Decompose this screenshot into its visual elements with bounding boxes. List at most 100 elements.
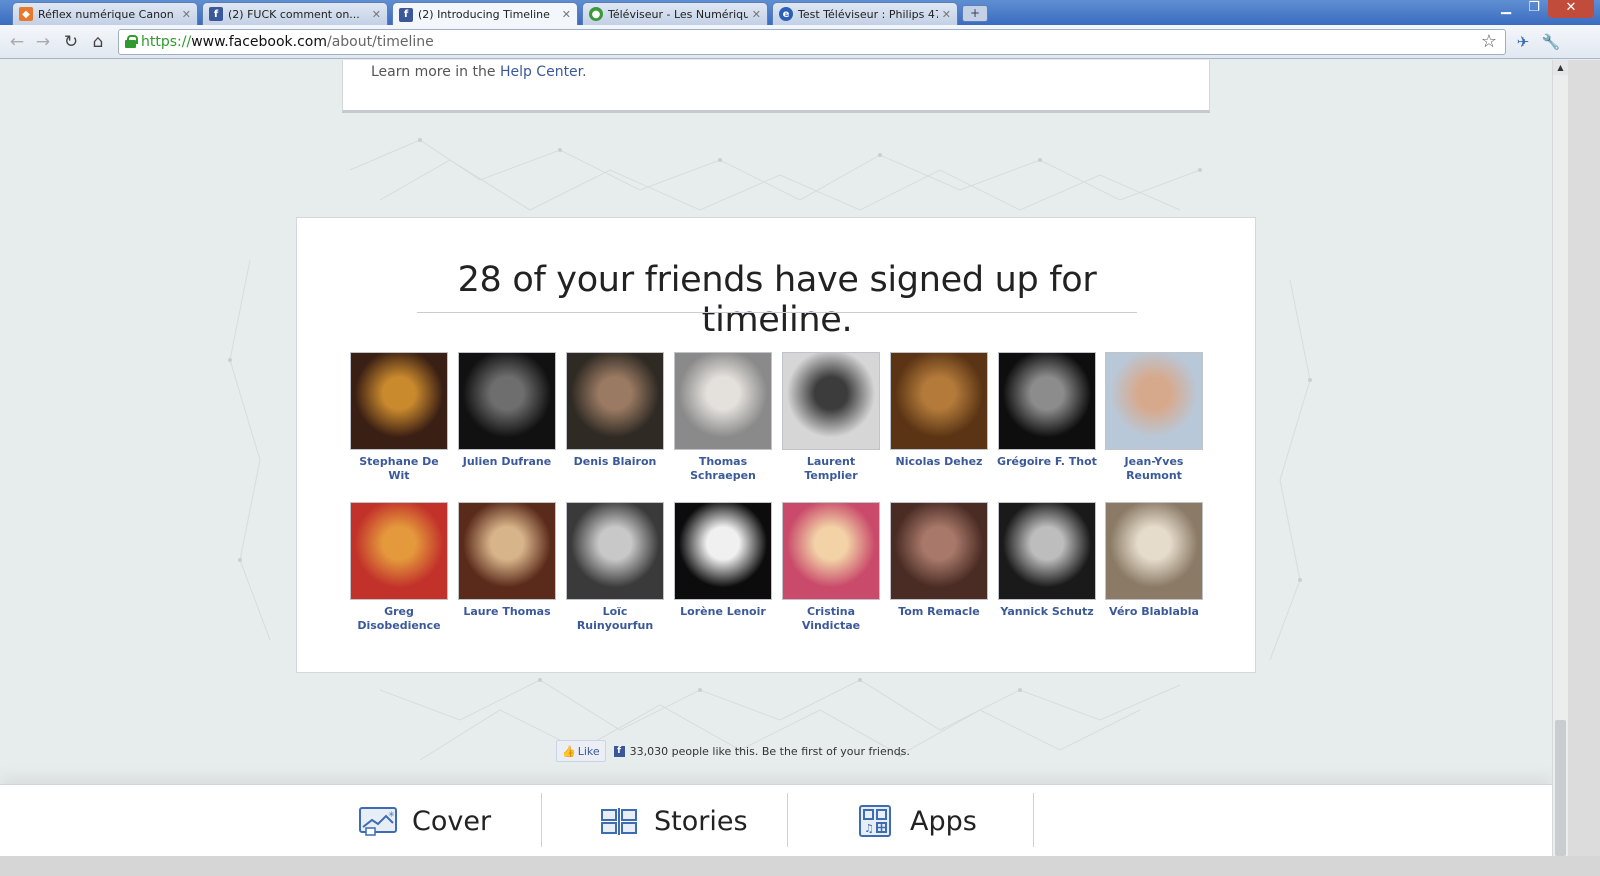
friend-tile[interactable]: Grégoire F. Thot xyxy=(997,352,1097,469)
extension-bird-icon[interactable]: ✈ xyxy=(1512,31,1534,53)
nav-stories-label: Stories xyxy=(654,805,748,837)
scroll-up-arrow-icon[interactable]: ▲ xyxy=(1553,60,1568,75)
window-right-edge xyxy=(1568,60,1600,876)
friend-name-link[interactable]: Julien Dufrane xyxy=(457,455,557,469)
page-viewport: Learn more in the Help Center. 28 of you… xyxy=(0,60,1552,876)
friends-signed-up-card: 28 of your friends have signed up for ti… xyxy=(296,217,1256,673)
browser-tab-televiseur[interactable]: ● Téléviseur - Les Numériques ✕ xyxy=(582,2,768,25)
facebook-icon: f xyxy=(399,7,413,22)
friend-name-link[interactable]: Greg Disobedience xyxy=(349,605,449,633)
vertical-scrollbar[interactable]: ▲ xyxy=(1552,60,1568,856)
like-button-label: Like xyxy=(577,744,600,758)
like-button[interactable]: 👍 Like xyxy=(556,740,606,762)
restore-icon[interactable]: ❐ xyxy=(1520,0,1548,18)
friend-name-link[interactable]: Stephane De Wit xyxy=(349,455,449,483)
friend-name-link[interactable]: Yannick Schutz xyxy=(997,605,1097,619)
friend-profile-photo[interactable] xyxy=(998,352,1096,450)
nav-apps[interactable]: ♫ Apps xyxy=(856,795,977,847)
friend-name-link[interactable]: Nicolas Dehez xyxy=(889,455,989,469)
help-suffix: . xyxy=(582,64,587,80)
friend-name-link[interactable]: Grégoire F. Thot xyxy=(997,455,1097,469)
title-divider xyxy=(417,312,1137,313)
friend-tile[interactable]: Stephane De Wit xyxy=(349,352,449,483)
friend-profile-photo[interactable] xyxy=(566,352,664,450)
friend-profile-photo[interactable] xyxy=(458,502,556,600)
nav-divider xyxy=(787,793,788,847)
friend-tile[interactable]: Greg Disobedience xyxy=(349,502,449,633)
friend-profile-photo[interactable] xyxy=(1105,502,1203,600)
friend-tile[interactable]: Jean-Yves Reumont xyxy=(1104,352,1204,483)
browser-tab-test-televiseur[interactable]: e Test Téléviseur : Philips 47PFL ✕ xyxy=(772,2,958,25)
friend-tile[interactable]: Véro Blablabla xyxy=(1104,502,1204,619)
svg-text:✳: ✳ xyxy=(388,810,395,819)
lock-icon xyxy=(125,35,138,48)
friend-profile-photo[interactable] xyxy=(890,502,988,600)
friend-tile[interactable]: Nicolas Dehez xyxy=(889,352,989,469)
friend-profile-photo[interactable] xyxy=(566,502,664,600)
bookmark-star-icon[interactable]: ☆ xyxy=(1481,30,1497,54)
help-center-link[interactable]: Help Center xyxy=(500,64,582,80)
like-count-text: 33,030 people like this. Be the first of… xyxy=(629,744,910,758)
browser-tab-introducing-timeline[interactable]: f (2) Introducing Timeline ✕ xyxy=(392,2,578,26)
friend-profile-photo[interactable] xyxy=(350,502,448,600)
browser-tab-fuck-comment[interactable]: f (2) FUCK comment on... ✕ xyxy=(202,2,388,25)
friend-tile[interactable]: Laure Thomas xyxy=(457,502,557,619)
scrollbar-thumb[interactable] xyxy=(1555,720,1566,856)
friend-tile[interactable]: Thomas Schraepen xyxy=(673,352,773,483)
close-tab-icon[interactable]: ✕ xyxy=(372,8,381,21)
friend-profile-photo[interactable] xyxy=(350,352,448,450)
nav-apps-label: Apps xyxy=(910,805,977,837)
like-box: 👍 Like f 33,030 people like this. Be the… xyxy=(556,740,910,762)
friend-tile[interactable]: Denis Blairon xyxy=(565,352,665,469)
reload-icon[interactable]: ↻ xyxy=(60,31,82,53)
friend-name-link[interactable]: Loïc Ruinyourfun xyxy=(565,605,665,633)
friend-profile-photo[interactable] xyxy=(782,502,880,600)
friend-name-link[interactable]: Denis Blairon xyxy=(565,455,665,469)
stories-icon xyxy=(601,808,637,835)
close-tab-icon[interactable]: ✕ xyxy=(182,8,191,21)
friend-profile-photo[interactable] xyxy=(458,352,556,450)
friend-profile-photo[interactable] xyxy=(674,352,772,450)
friend-name-link[interactable]: Jean-Yves Reumont xyxy=(1104,455,1204,483)
friend-name-link[interactable]: Thomas Schraepen xyxy=(673,455,773,483)
close-tab-icon[interactable]: ✕ xyxy=(752,8,761,21)
nav-stories[interactable]: Stories xyxy=(600,795,748,847)
friend-tile[interactable]: Cristina Vindictae xyxy=(781,502,881,633)
friend-tile[interactable]: Loïc Ruinyourfun xyxy=(565,502,665,633)
help-center-text: Learn more in the Help Center. xyxy=(371,64,587,80)
timeline-feature-nav: ✳ Cover Stories ♫ Apps xyxy=(0,784,1552,856)
cover-icon: ✳ xyxy=(359,807,397,836)
back-arrow-icon[interactable]: ← xyxy=(6,31,28,53)
friend-tile[interactable]: Tom Remacle xyxy=(889,502,989,619)
friend-profile-photo[interactable] xyxy=(998,502,1096,600)
facebook-icon: f xyxy=(209,7,223,21)
friend-profile-photo[interactable] xyxy=(890,352,988,450)
friend-name-link[interactable]: Cristina Vindictae xyxy=(781,605,881,633)
wrench-icon[interactable]: 🔧 xyxy=(1540,31,1562,53)
url-scheme: https:// xyxy=(141,34,192,50)
minimize-icon[interactable]: ▁ xyxy=(1492,0,1520,18)
close-tab-icon[interactable]: ✕ xyxy=(942,8,951,21)
friend-profile-photo[interactable] xyxy=(1105,352,1203,450)
friend-name-link[interactable]: Véro Blablabla xyxy=(1104,605,1204,619)
nav-cover[interactable]: ✳ Cover xyxy=(358,795,491,847)
friend-profile-photo[interactable] xyxy=(674,502,772,600)
close-tab-icon[interactable]: ✕ xyxy=(562,8,571,21)
home-icon[interactable]: ⌂ xyxy=(87,31,109,53)
friend-name-link[interactable]: Laurent Templier xyxy=(781,455,881,483)
close-window-icon[interactable]: ✕ xyxy=(1548,0,1594,18)
forward-arrow-icon[interactable]: → xyxy=(32,31,54,53)
window-controls: ▁ ❐ ✕ xyxy=(1492,0,1594,18)
address-bar[interactable]: https://www.facebook.com/about/timeline … xyxy=(118,29,1506,55)
friend-tile[interactable]: Laurent Templier xyxy=(781,352,881,483)
friend-profile-photo[interactable] xyxy=(782,352,880,450)
friend-name-link[interactable]: Laure Thomas xyxy=(457,605,557,619)
browser-tab-canon[interactable]: ◆ Réflex numérique Canon EOS ✕ xyxy=(12,2,198,25)
friend-name-link[interactable]: Lorène Lenoir xyxy=(673,605,773,619)
friend-tile[interactable]: Julien Dufrane xyxy=(457,352,557,469)
friend-name-link[interactable]: Tom Remacle xyxy=(889,605,989,619)
new-tab-button[interactable]: + xyxy=(962,5,988,22)
friend-tile[interactable]: Yannick Schutz xyxy=(997,502,1097,619)
apps-icon: ♫ xyxy=(859,805,891,837)
friend-tile[interactable]: Lorène Lenoir xyxy=(673,502,773,619)
